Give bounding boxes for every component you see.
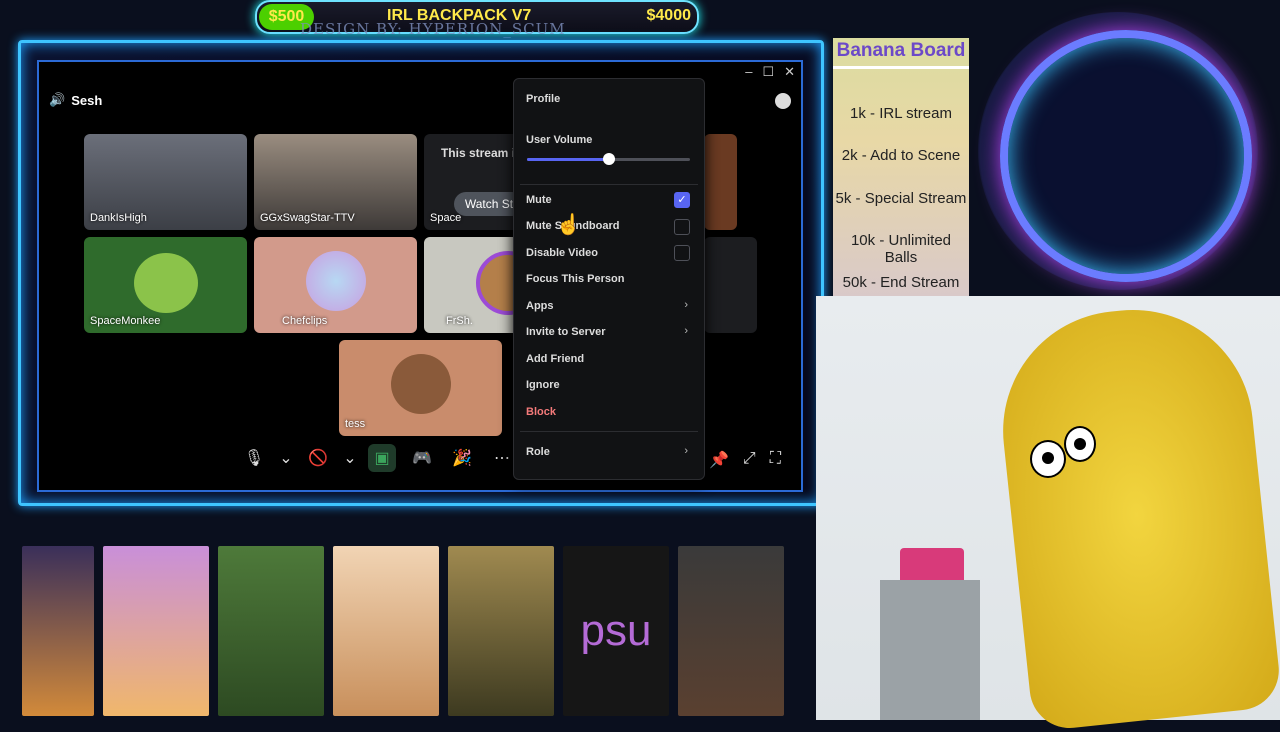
supporter-thumbnail: psu bbox=[563, 546, 669, 716]
chevron-down-icon[interactable]: ⌄ bbox=[279, 444, 292, 472]
menu-item-disable-video[interactable]: Disable Video bbox=[526, 247, 598, 259]
volume-fill bbox=[527, 158, 609, 161]
supporter-thumbnail bbox=[333, 546, 439, 716]
mute-checkbox-checked-icon[interactable]: ✓ bbox=[674, 192, 690, 208]
view-controls: 📌 ⤢ ⛶ bbox=[709, 450, 781, 470]
popout-icon[interactable]: ⤢ bbox=[743, 450, 756, 470]
participant-name: SpaceMonkee bbox=[90, 315, 161, 327]
pepe-avatar bbox=[134, 253, 198, 313]
participant-name: FrSh. bbox=[446, 315, 473, 327]
participant-avatar bbox=[391, 354, 451, 414]
chevron-down-icon[interactable]: ⌄ bbox=[343, 444, 356, 472]
participant-tile[interactable]: SpaceMonkee bbox=[84, 237, 247, 333]
activities-icon[interactable]: 🎮 bbox=[408, 444, 436, 472]
chevron-right-icon: › bbox=[684, 299, 688, 311]
participant-name: GGxSwagStar-TTV bbox=[260, 212, 355, 224]
menu-item-invite[interactable]: Invite to Server bbox=[526, 326, 605, 338]
mute-soundboard-checkbox[interactable] bbox=[674, 219, 690, 235]
participant-tile[interactable]: DankIsHigh bbox=[84, 134, 247, 230]
channel-name: Sesh bbox=[71, 92, 103, 108]
banana-board-item: 10k - Unlimited Balls bbox=[850, 232, 952, 266]
participant-name: DankIsHigh bbox=[90, 212, 147, 224]
participant-tile[interactable]: Chefclips bbox=[254, 237, 417, 333]
menu-divider bbox=[520, 184, 698, 185]
microphone-icon[interactable]: 🎙 bbox=[240, 444, 268, 472]
supporter-thumbnail bbox=[218, 546, 324, 716]
psu-text: psu bbox=[580, 606, 652, 655]
participant-tile-partial[interactable] bbox=[704, 237, 757, 333]
menu-item-mute[interactable]: Mute bbox=[526, 194, 552, 206]
speaker-icon: 🔊 bbox=[49, 92, 66, 107]
user-volume-slider[interactable] bbox=[527, 153, 690, 165]
soundboard-icon[interactable]: 🎉 bbox=[448, 444, 476, 472]
supporter-thumbnail bbox=[22, 546, 94, 716]
designer-credit: DESIGN BY: HYPERION_SCUM bbox=[300, 20, 566, 38]
portal-ring bbox=[1000, 30, 1252, 282]
banana-board-item: 5k - Special Stream bbox=[835, 190, 967, 207]
banana-board-title: Banana Board bbox=[833, 40, 969, 69]
volume-knob[interactable] bbox=[602, 153, 615, 165]
supporter-thumbnail bbox=[448, 546, 554, 716]
goal-high-amount: $4000 bbox=[646, 7, 692, 24]
menu-divider bbox=[520, 431, 698, 432]
menu-item-focus[interactable]: Focus This Person bbox=[526, 273, 624, 285]
menu-item-add-friend[interactable]: Add Friend bbox=[526, 353, 584, 365]
menu-item-profile[interactable]: Profile bbox=[526, 93, 560, 105]
menu-item-block[interactable]: Block bbox=[526, 406, 556, 418]
window-controls: – ☐ ✕ bbox=[745, 64, 795, 80]
call-control-bar: 🎙 ⌄ 🚫 ⌄ ▣ 🎮 🎉 ⋯ bbox=[240, 440, 516, 476]
chevron-right-icon: › bbox=[684, 325, 688, 337]
googly-eye bbox=[1030, 440, 1066, 478]
mini-fridge bbox=[880, 580, 980, 720]
participant-tile[interactable]: GGxSwagStar-TTV bbox=[254, 134, 417, 230]
chevron-right-icon: › bbox=[684, 445, 688, 457]
googly-eye bbox=[1064, 426, 1096, 462]
supporter-thumbnail bbox=[103, 546, 209, 716]
participant-name: Chefclips bbox=[282, 315, 328, 327]
more-options-icon[interactable]: ⋯ bbox=[488, 444, 516, 472]
participant-name: Space bbox=[430, 212, 462, 224]
chat-bubble-icon[interactable] bbox=[775, 93, 791, 109]
menu-item-ignore[interactable]: Ignore bbox=[526, 379, 560, 391]
participant-tile-partial[interactable] bbox=[704, 134, 737, 230]
menu-item-apps[interactable]: Apps bbox=[526, 300, 554, 312]
screen-share-icon[interactable]: ▣ bbox=[368, 444, 396, 472]
menu-item-role[interactable]: Role bbox=[526, 446, 550, 458]
banana-board-item: 50k - End Stream bbox=[842, 274, 960, 291]
participant-tile[interactable]: tess bbox=[339, 340, 502, 436]
participant-avatar bbox=[306, 251, 366, 311]
disable-video-checkbox[interactable] bbox=[674, 245, 690, 261]
camera-off-icon[interactable]: 🚫 bbox=[304, 444, 332, 472]
minimize-icon[interactable]: – bbox=[745, 64, 752, 80]
channel-header: 🔊 Sesh bbox=[49, 92, 102, 108]
user-context-menu: Profile User Volume Mute ✓ Mute Soundboa… bbox=[513, 78, 705, 480]
banana-board-panel: Banana Board 1k - IRL stream 2k - Add to… bbox=[833, 38, 969, 296]
fullscreen-icon[interactable]: ⛶ bbox=[770, 450, 781, 470]
supporter-strip: psu bbox=[22, 546, 784, 716]
close-icon[interactable]: ✕ bbox=[784, 64, 795, 80]
pin-icon[interactable]: 📌 bbox=[709, 450, 729, 470]
banana-board-item: 1k - IRL stream bbox=[850, 105, 952, 122]
participant-name: tess bbox=[345, 418, 366, 430]
banana-board-item: 2k - Add to Scene bbox=[841, 147, 961, 164]
user-volume-label: User Volume bbox=[526, 134, 593, 146]
mouse-cursor-icon: ☝ bbox=[556, 214, 581, 236]
supporter-thumbnail bbox=[678, 546, 784, 716]
maximize-icon[interactable]: ☐ bbox=[762, 64, 774, 80]
